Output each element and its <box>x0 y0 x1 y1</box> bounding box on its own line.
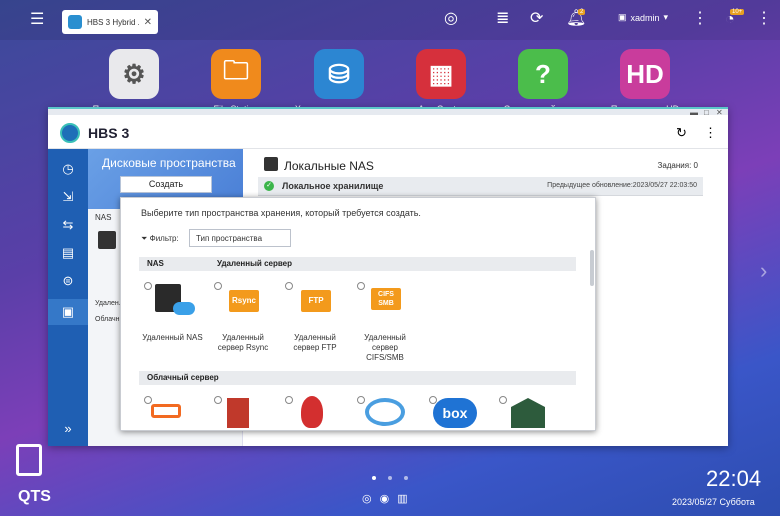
radio-rsync[interactable] <box>214 282 222 290</box>
app-file-station[interactable]: 🗀 <box>211 49 261 99</box>
hbs-logo <box>60 122 80 143</box>
radio-amazon[interactable] <box>214 396 222 404</box>
page-dot[interactable] <box>404 476 408 480</box>
filter-input[interactable]: Тип пространства <box>189 229 291 247</box>
minimize-icon[interactable]: ▬ <box>690 108 698 117</box>
collapse-icon[interactable]: » <box>58 419 78 439</box>
section-cloud: Облачный сервер <box>147 373 219 382</box>
box-icon: box <box>433 398 477 428</box>
filter-label: ⏷ Фильтр: <box>141 234 179 244</box>
update-badge: 10+ <box>730 9 745 15</box>
jobs-count: Задания: 0 <box>657 161 698 170</box>
menu-icon[interactable]: ☰ <box>30 12 44 28</box>
nas-group-label: NAS <box>95 213 112 222</box>
cifs-smb-icon: CIFS SMB <box>371 288 401 310</box>
rsync-icon: Rsync <box>229 290 259 312</box>
next-page-icon[interactable]: › <box>760 258 767 284</box>
sync-icon[interactable]: ⟳ <box>530 11 543 27</box>
maximize-icon[interactable]: □ <box>704 108 709 117</box>
sync-icon[interactable]: ⇆ <box>58 215 78 235</box>
notification-badge: 2 <box>578 9 586 15</box>
window-titlebar[interactable]: ▬ □ ✕ <box>48 107 728 117</box>
dock-icons: ◎◉▥ <box>362 493 416 505</box>
cloud-icon <box>173 302 195 315</box>
option-label-rsync: Удаленный сервер Rsync <box>217 333 269 352</box>
radio-alibaba[interactable] <box>144 396 152 404</box>
user-icon: ▣ <box>618 12 627 22</box>
options-icon[interactable]: ⋮ <box>692 11 708 27</box>
top-taskbar: ☰ HBS 3 Hybrid ... ✕ ◎ ≣ ⟳ 🔔︎ 2 ▣xadmin▾… <box>0 0 780 40</box>
refresh-icon[interactable]: ↻ <box>676 125 687 141</box>
trash-icon[interactable] <box>16 444 42 476</box>
check-icon: ✓ <box>264 181 274 191</box>
radio-backblaze[interactable] <box>285 396 293 404</box>
app-storage[interactable]: ⛁ <box>314 49 364 99</box>
overview-icon[interactable]: ◷ <box>58 159 78 179</box>
app-tab-hbs3[interactable]: HBS 3 Hybrid ... ✕ <box>62 10 158 34</box>
dialog-prompt: Выберите тип пространства хранения, кото… <box>141 208 421 218</box>
section-header: NAS Удаленный сервер <box>139 257 576 271</box>
app-hd[interactable]: HD <box>620 49 670 99</box>
baidu-cloud-icon <box>365 398 405 426</box>
filter-icon: ⏷ <box>141 234 150 243</box>
create-space-dialog: Выберите тип пространства хранения, кото… <box>120 197 596 431</box>
alibaba-cloud-icon <box>151 404 181 418</box>
page-dot[interactable] <box>372 476 376 480</box>
page-dot[interactable] <box>388 476 392 480</box>
radio-ftp[interactable] <box>285 282 293 290</box>
radio-cifs[interactable] <box>357 282 365 290</box>
storage-name: Локальное хранилище <box>282 181 384 191</box>
radio-remote-nas[interactable] <box>144 282 152 290</box>
username: xadmin <box>630 12 660 23</box>
close-icon[interactable]: ✕ <box>716 108 723 117</box>
option-label-remote-nas: Удаленный NAS <box>142 333 203 342</box>
section-nas: NAS <box>147 259 164 268</box>
restore-icon[interactable]: ▤ <box>58 243 78 263</box>
panel-title: Дисковые пространства <box>102 156 236 170</box>
option-label-ftp: Удаленный сервер FTP <box>293 333 337 352</box>
dropbox-like-icon <box>511 398 545 428</box>
app-header: HBS 3 ↻ ⋮ <box>48 117 728 149</box>
services-icon[interactable]: ⊜ <box>58 271 78 291</box>
tasks-icon[interactable]: ≣ <box>496 11 509 27</box>
close-icon[interactable]: ✕ <box>144 17 152 28</box>
app-center[interactable]: ▦ <box>416 49 466 99</box>
kebab-icon[interactable]: ⋮ <box>704 125 717 141</box>
storage-spaces-icon[interactable]: ▣ <box>48 299 88 325</box>
section-cloud-header: Облачный сервер <box>139 371 576 385</box>
amazon-s3-icon <box>227 398 249 428</box>
more-icon[interactable]: ⋮ <box>756 11 772 27</box>
create-button[interactable]: Создать <box>120 176 212 193</box>
nas-icon <box>264 157 278 171</box>
hbs-tab-icon <box>68 15 82 29</box>
dialog-scrollbar[interactable] <box>590 250 594 286</box>
search-icon[interactable]: ◎ <box>444 11 458 27</box>
chevron-down-icon: ▾ <box>663 12 669 22</box>
qts-logo: QTS <box>18 488 51 505</box>
date: 2023/05/27 Суббота <box>672 497 755 507</box>
app-control-panel[interactable]: ⚙ <box>109 49 159 99</box>
user-menu[interactable]: ▣ xadmin ▾ <box>618 12 668 23</box>
radio-baidu[interactable] <box>357 396 365 404</box>
last-update: Предыдущее обновление:2023/05/27 22:03:5… <box>547 182 697 189</box>
page-indicator[interactable] <box>372 476 408 480</box>
sidebar: ◷ ⇲ ⇆ ▤ ⊜ ▣ » <box>48 149 88 446</box>
clock: 22:04 <box>706 466 762 491</box>
backblaze-icon <box>301 396 323 428</box>
local-storage-row[interactable]: ✓ Локальное хранилище Предыдущее обновле… <box>258 177 703 196</box>
app-title: HBS 3 <box>88 124 130 141</box>
radio-cloud-other[interactable] <box>499 396 507 404</box>
backup-icon[interactable]: ⇲ <box>58 187 78 207</box>
tab-label: HBS 3 Hybrid ... <box>87 17 139 27</box>
ftp-icon: FTP <box>301 290 331 312</box>
app-help-center[interactable]: ? <box>518 49 568 99</box>
page-title: Локальные NAS <box>284 159 374 173</box>
section-remote: Удаленный сервер <box>217 259 292 268</box>
filter-label-text: Фильтр: <box>149 234 179 243</box>
nas-device-icon[interactable] <box>98 231 116 249</box>
option-label-cifs: Удаленный сервер CIFS/SMB <box>364 333 406 362</box>
